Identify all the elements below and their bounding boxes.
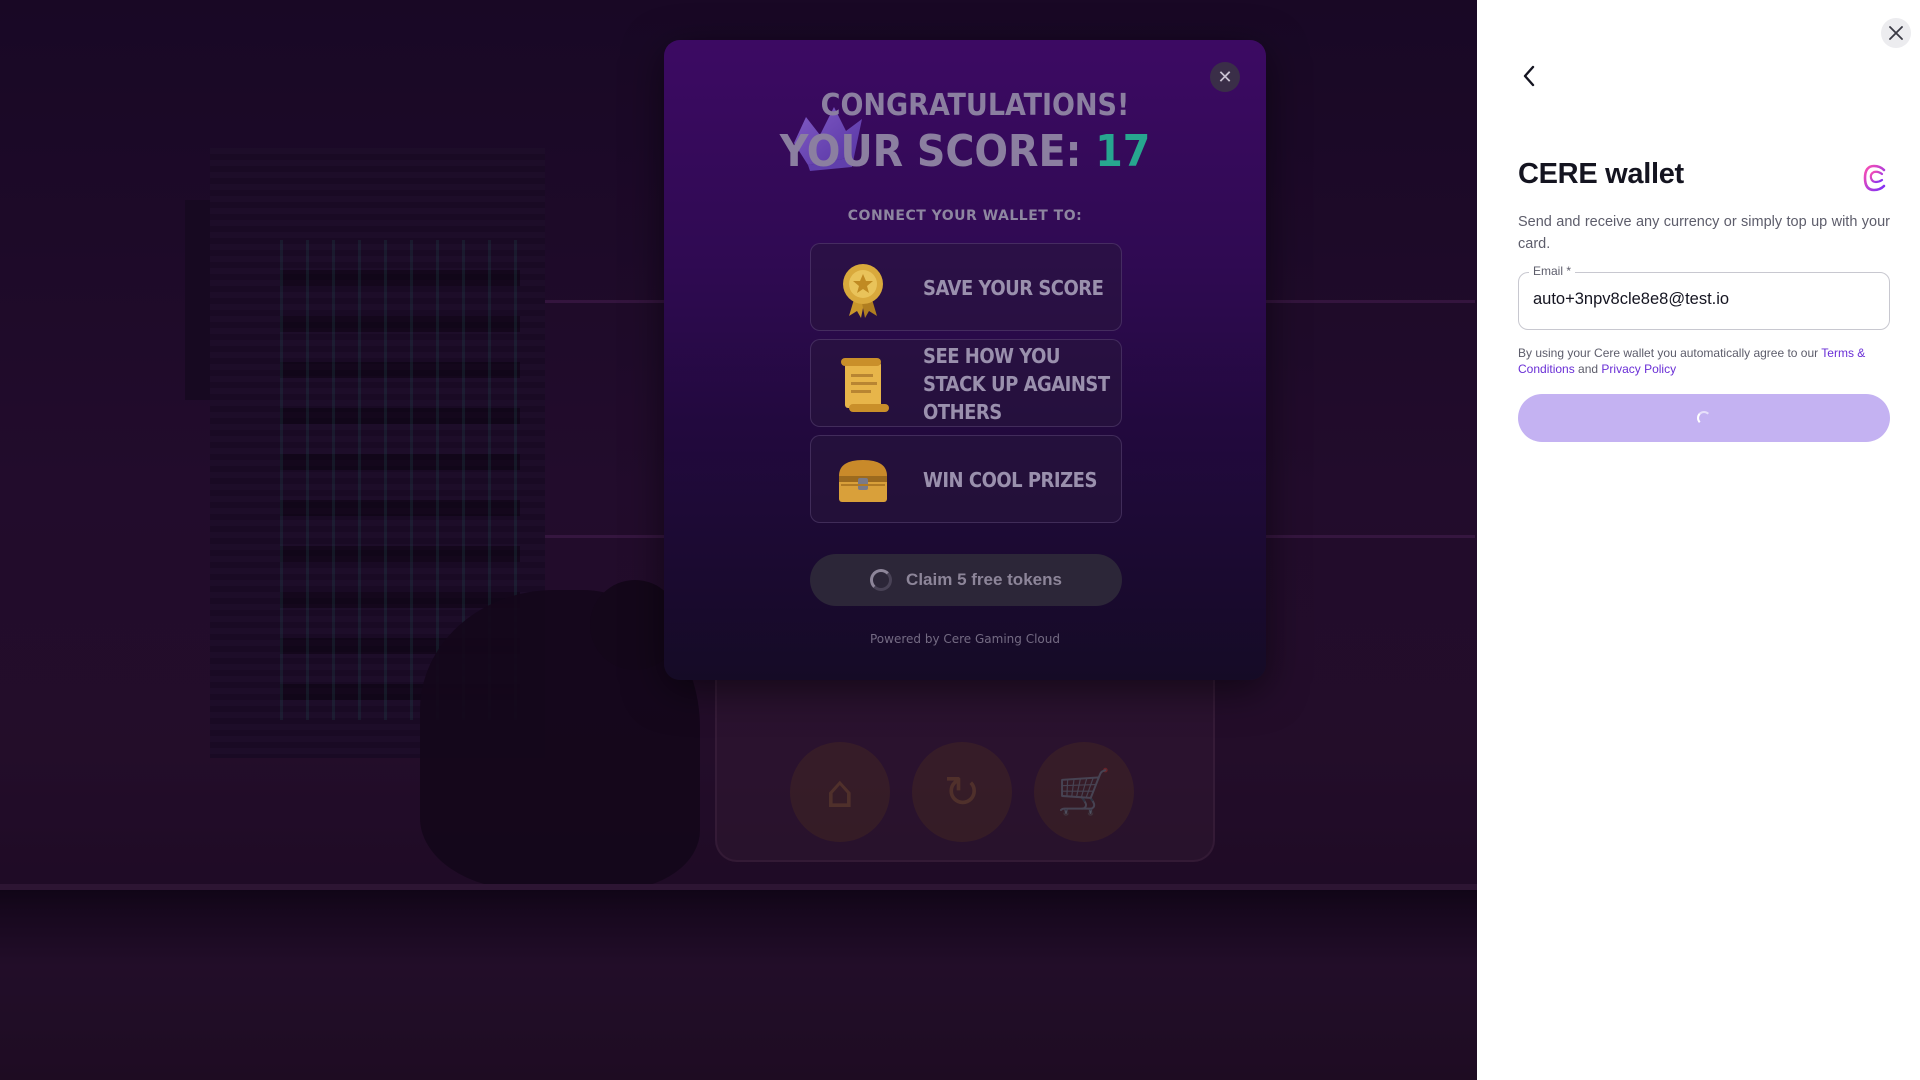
perk-prizes: WIN COOL PRIZES xyxy=(810,435,1122,523)
continue-button[interactable] xyxy=(1518,394,1890,442)
chevron-left-icon xyxy=(1523,65,1535,87)
perk-label: SEE HOW YOU STACK UP AGAINST OTHERS xyxy=(923,344,1110,424)
email-label: Email * xyxy=(1529,264,1576,278)
connect-wallet-label: CONNECT YOUR WALLET TO: xyxy=(847,208,1083,224)
close-icon[interactable] xyxy=(1881,18,1911,48)
medal-icon xyxy=(843,264,883,318)
perk-label: WIN COOL PRIZES xyxy=(923,468,1097,492)
perk-leaderboard: SEE HOW YOU STACK UP AGAINST OTHERS xyxy=(810,339,1122,427)
wallet-description: Send and receive any currency or simply … xyxy=(1518,214,1890,252)
claim-tokens-label: Claim 5 free tokens xyxy=(906,570,1062,589)
close-x-icon xyxy=(1889,26,1903,40)
congrats-heading: CONGRATULATIONS! xyxy=(820,88,1130,123)
scroll-icon xyxy=(841,358,889,412)
perk-save-score: SAVE YOUR SCORE xyxy=(810,243,1122,331)
wallet-panel: CERE wallet Send and receive any currenc… xyxy=(1477,0,1920,1080)
privacy-policy-link[interactable]: Privacy Policy xyxy=(1601,362,1676,376)
loading-spinner-icon xyxy=(1697,411,1711,425)
terms-text: By using your Cere wallet you automatica… xyxy=(1518,345,1893,377)
terms-prefix: By using your Cere wallet you automatica… xyxy=(1518,346,1822,360)
congrats-modal: ✕ CONGRATULATIONS! YOUR SCORE: 17 CONNEC… xyxy=(664,40,1266,680)
treasure-chest-icon xyxy=(839,460,887,502)
powered-by-text: Powered by Cere Gaming Cloud xyxy=(870,632,1060,646)
terms-and: and xyxy=(1574,362,1602,376)
score-heading: YOUR SCORE: 17 xyxy=(664,126,1266,177)
wallet-title: CERE wallet xyxy=(1518,158,1684,190)
email-field[interactable]: Email * xyxy=(1518,264,1890,330)
score-value: 17 xyxy=(1095,126,1151,177)
back-button[interactable] xyxy=(1517,62,1541,90)
loading-spinner-icon xyxy=(870,569,893,591)
email-input[interactable] xyxy=(1533,290,1873,309)
cere-logo-icon xyxy=(1863,164,1886,192)
claim-tokens-button[interactable]: Claim 5 free tokens xyxy=(810,554,1122,606)
score-label: YOUR SCORE: xyxy=(779,126,1082,177)
perk-label: SAVE YOUR SCORE xyxy=(923,276,1104,300)
